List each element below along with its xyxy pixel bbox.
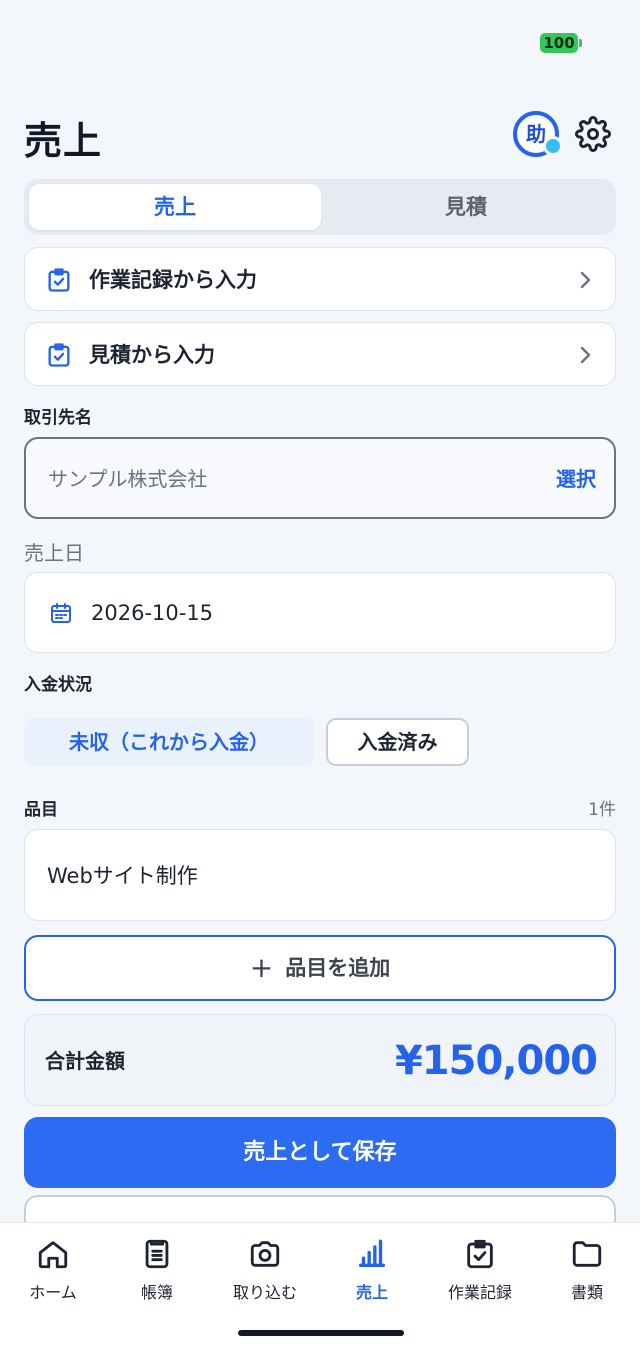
status-bar: 100 [0,0,640,88]
gear-icon[interactable] [575,116,611,152]
tab-sales-nav[interactable]: 売上 [319,1237,425,1307]
tab-home[interactable]: ホーム [0,1237,106,1307]
home-icon [38,1241,68,1269]
payment-paid-option[interactable]: 入金済み [326,718,469,766]
tab-label: 売上 [355,1283,388,1302]
payment-unpaid-option[interactable]: 未収（これから入金） [24,718,314,766]
sale-date-label: 売上日 [24,541,84,565]
item-row[interactable]: Webサイト制作 [24,829,616,921]
header: 売上 助 [24,104,616,168]
tab-import[interactable]: 取り込む [212,1237,318,1307]
select-client-button[interactable]: 選択 [556,439,596,519]
save-as-sale-button[interactable]: 売上として保存 [24,1117,616,1188]
tab-label: 帳簿 [140,1283,173,1302]
tab-label: 取り込む [232,1283,297,1302]
bar-chart-icon [358,1239,386,1268]
chevron-right-icon [580,271,591,289]
total-box: 合計金額 ¥150,000 [24,1014,616,1106]
sale-date-field[interactable]: 2026-10-15 [24,572,616,653]
tab-sales[interactable]: 売上 [29,184,321,230]
items-count: 1件 [588,800,616,820]
ledger-icon [145,1239,169,1269]
calendar-icon [51,603,71,623]
tab-work-log[interactable]: 作業記録 [427,1237,533,1307]
clipboard-check-icon [48,268,70,292]
tab-label: 作業記録 [447,1283,512,1302]
plus-icon: + [249,951,274,984]
item-name: Webサイト制作 [47,864,198,888]
total-label: 合計金額 [45,1049,125,1073]
battery-icon: 100 [540,33,578,53]
sale-date-value: 2026-10-15 [91,601,214,625]
client-label: 取引先名 [24,408,92,428]
clipboard-check-icon [48,343,70,367]
clipboard-check-icon [467,1239,493,1269]
items-label: 品目 [24,800,58,820]
camera-icon [250,1241,280,1267]
battery-cap [579,39,582,47]
sales-estimate-segmented-control: 売上 見積 [24,179,616,235]
client-field[interactable]: サンプル株式会社 選択 [24,437,616,519]
add-item-label: 品目を追加 [285,956,391,980]
add-item-button[interactable]: + 品目を追加 [24,935,616,1001]
tab-documents[interactable]: 書類 [534,1237,640,1307]
assistant-icon[interactable]: 助 [513,111,563,157]
row-label: 見積から入力 [89,343,215,367]
payment-status-label: 入金状況 [24,675,92,695]
input-from-work-log-row[interactable]: 作業記録から入力 [24,247,616,311]
total-amount: ¥150,000 [394,1038,598,1084]
tab-label: 書類 [570,1283,603,1302]
row-label: 作業記録から入力 [89,268,257,292]
tab-ledger[interactable]: 帳簿 [104,1237,210,1307]
client-value: サンプル株式会社 [48,467,208,491]
home-indicator [238,1330,404,1336]
chevron-right-icon [580,346,591,364]
tab-label: ホーム [29,1283,77,1302]
input-from-estimate-row[interactable]: 見積から入力 [24,322,616,386]
page-title: 売上 [24,119,103,163]
tab-estimate[interactable]: 見積 [320,184,612,230]
folder-icon [572,1241,602,1267]
